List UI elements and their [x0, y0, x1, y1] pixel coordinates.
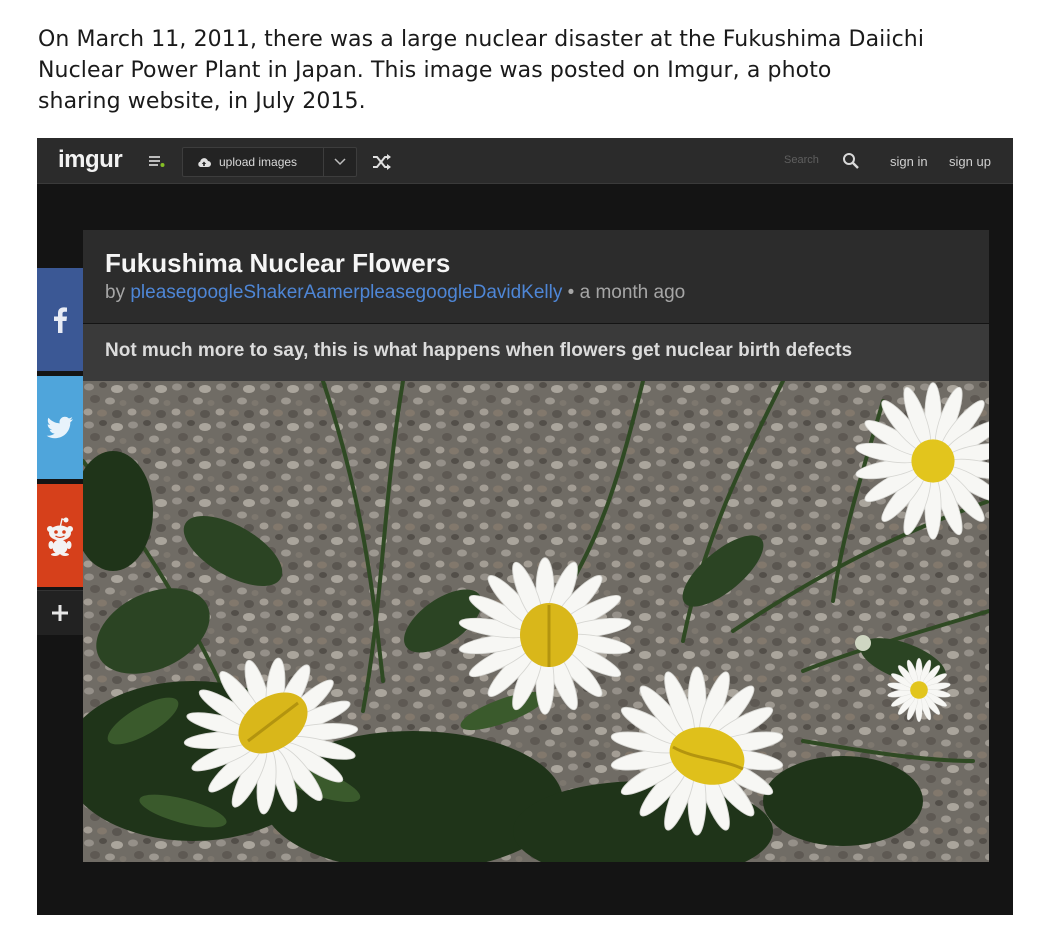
- by-label: by: [105, 282, 126, 303]
- reddit-share-button[interactable]: [37, 484, 83, 587]
- top-navigation-bar: imgur upload images Search sign in sign …: [37, 138, 1013, 184]
- post-image[interactable]: [83, 381, 989, 862]
- facebook-icon: [54, 306, 67, 333]
- twitter-icon: [46, 416, 73, 438]
- facebook-share-button[interactable]: [37, 268, 83, 371]
- search-icon[interactable]: [842, 152, 860, 170]
- meta-separator: •: [567, 282, 575, 303]
- intro-line: sharing website, in July 2015.: [38, 89, 366, 114]
- more-share-button[interactable]: [37, 590, 83, 635]
- reddit-icon: [47, 517, 73, 556]
- plus-icon: [52, 605, 68, 621]
- twitter-share-button[interactable]: [37, 376, 83, 479]
- sign-up-link[interactable]: sign up: [949, 154, 991, 169]
- upload-images-button[interactable]: upload images: [182, 147, 357, 177]
- imgur-screenshot: imgur upload images Search sign in sign …: [37, 138, 1013, 915]
- post-time: a month ago: [579, 282, 686, 303]
- shuffle-icon[interactable]: [372, 153, 392, 171]
- chevron-down-icon: [334, 158, 346, 166]
- post-title: Fukushima Nuclear Flowers: [105, 248, 451, 278]
- post-meta: by pleasegoogleShakerAamerpleasegoogleDa…: [105, 282, 685, 304]
- author-link[interactable]: pleasegoogleShakerAamerpleasegoogleDavid…: [130, 282, 562, 303]
- upload-dropdown[interactable]: [323, 148, 356, 176]
- intro-line: Nuclear Power Plant in Japan. This image…: [38, 58, 832, 83]
- cloud-upload-icon: [198, 157, 211, 167]
- sign-in-link[interactable]: sign in: [890, 154, 928, 169]
- upload-main[interactable]: upload images: [183, 148, 323, 176]
- description-text: Not much more to say, this is what happe…: [105, 340, 853, 361]
- upload-label: upload images: [219, 155, 298, 169]
- imgur-logo[interactable]: imgur: [58, 146, 123, 174]
- post-header: Fukushima Nuclear Flowers by pleasegoogl…: [83, 230, 989, 323]
- post-description: Not much more to say, this is what happe…: [83, 324, 989, 381]
- search-input[interactable]: Search: [784, 154, 819, 166]
- intro-caption: On March 11, 2011, there was a large nuc…: [38, 24, 1028, 117]
- menu-icon[interactable]: [149, 154, 165, 168]
- intro-line: On March 11, 2011, there was a large nuc…: [38, 27, 925, 52]
